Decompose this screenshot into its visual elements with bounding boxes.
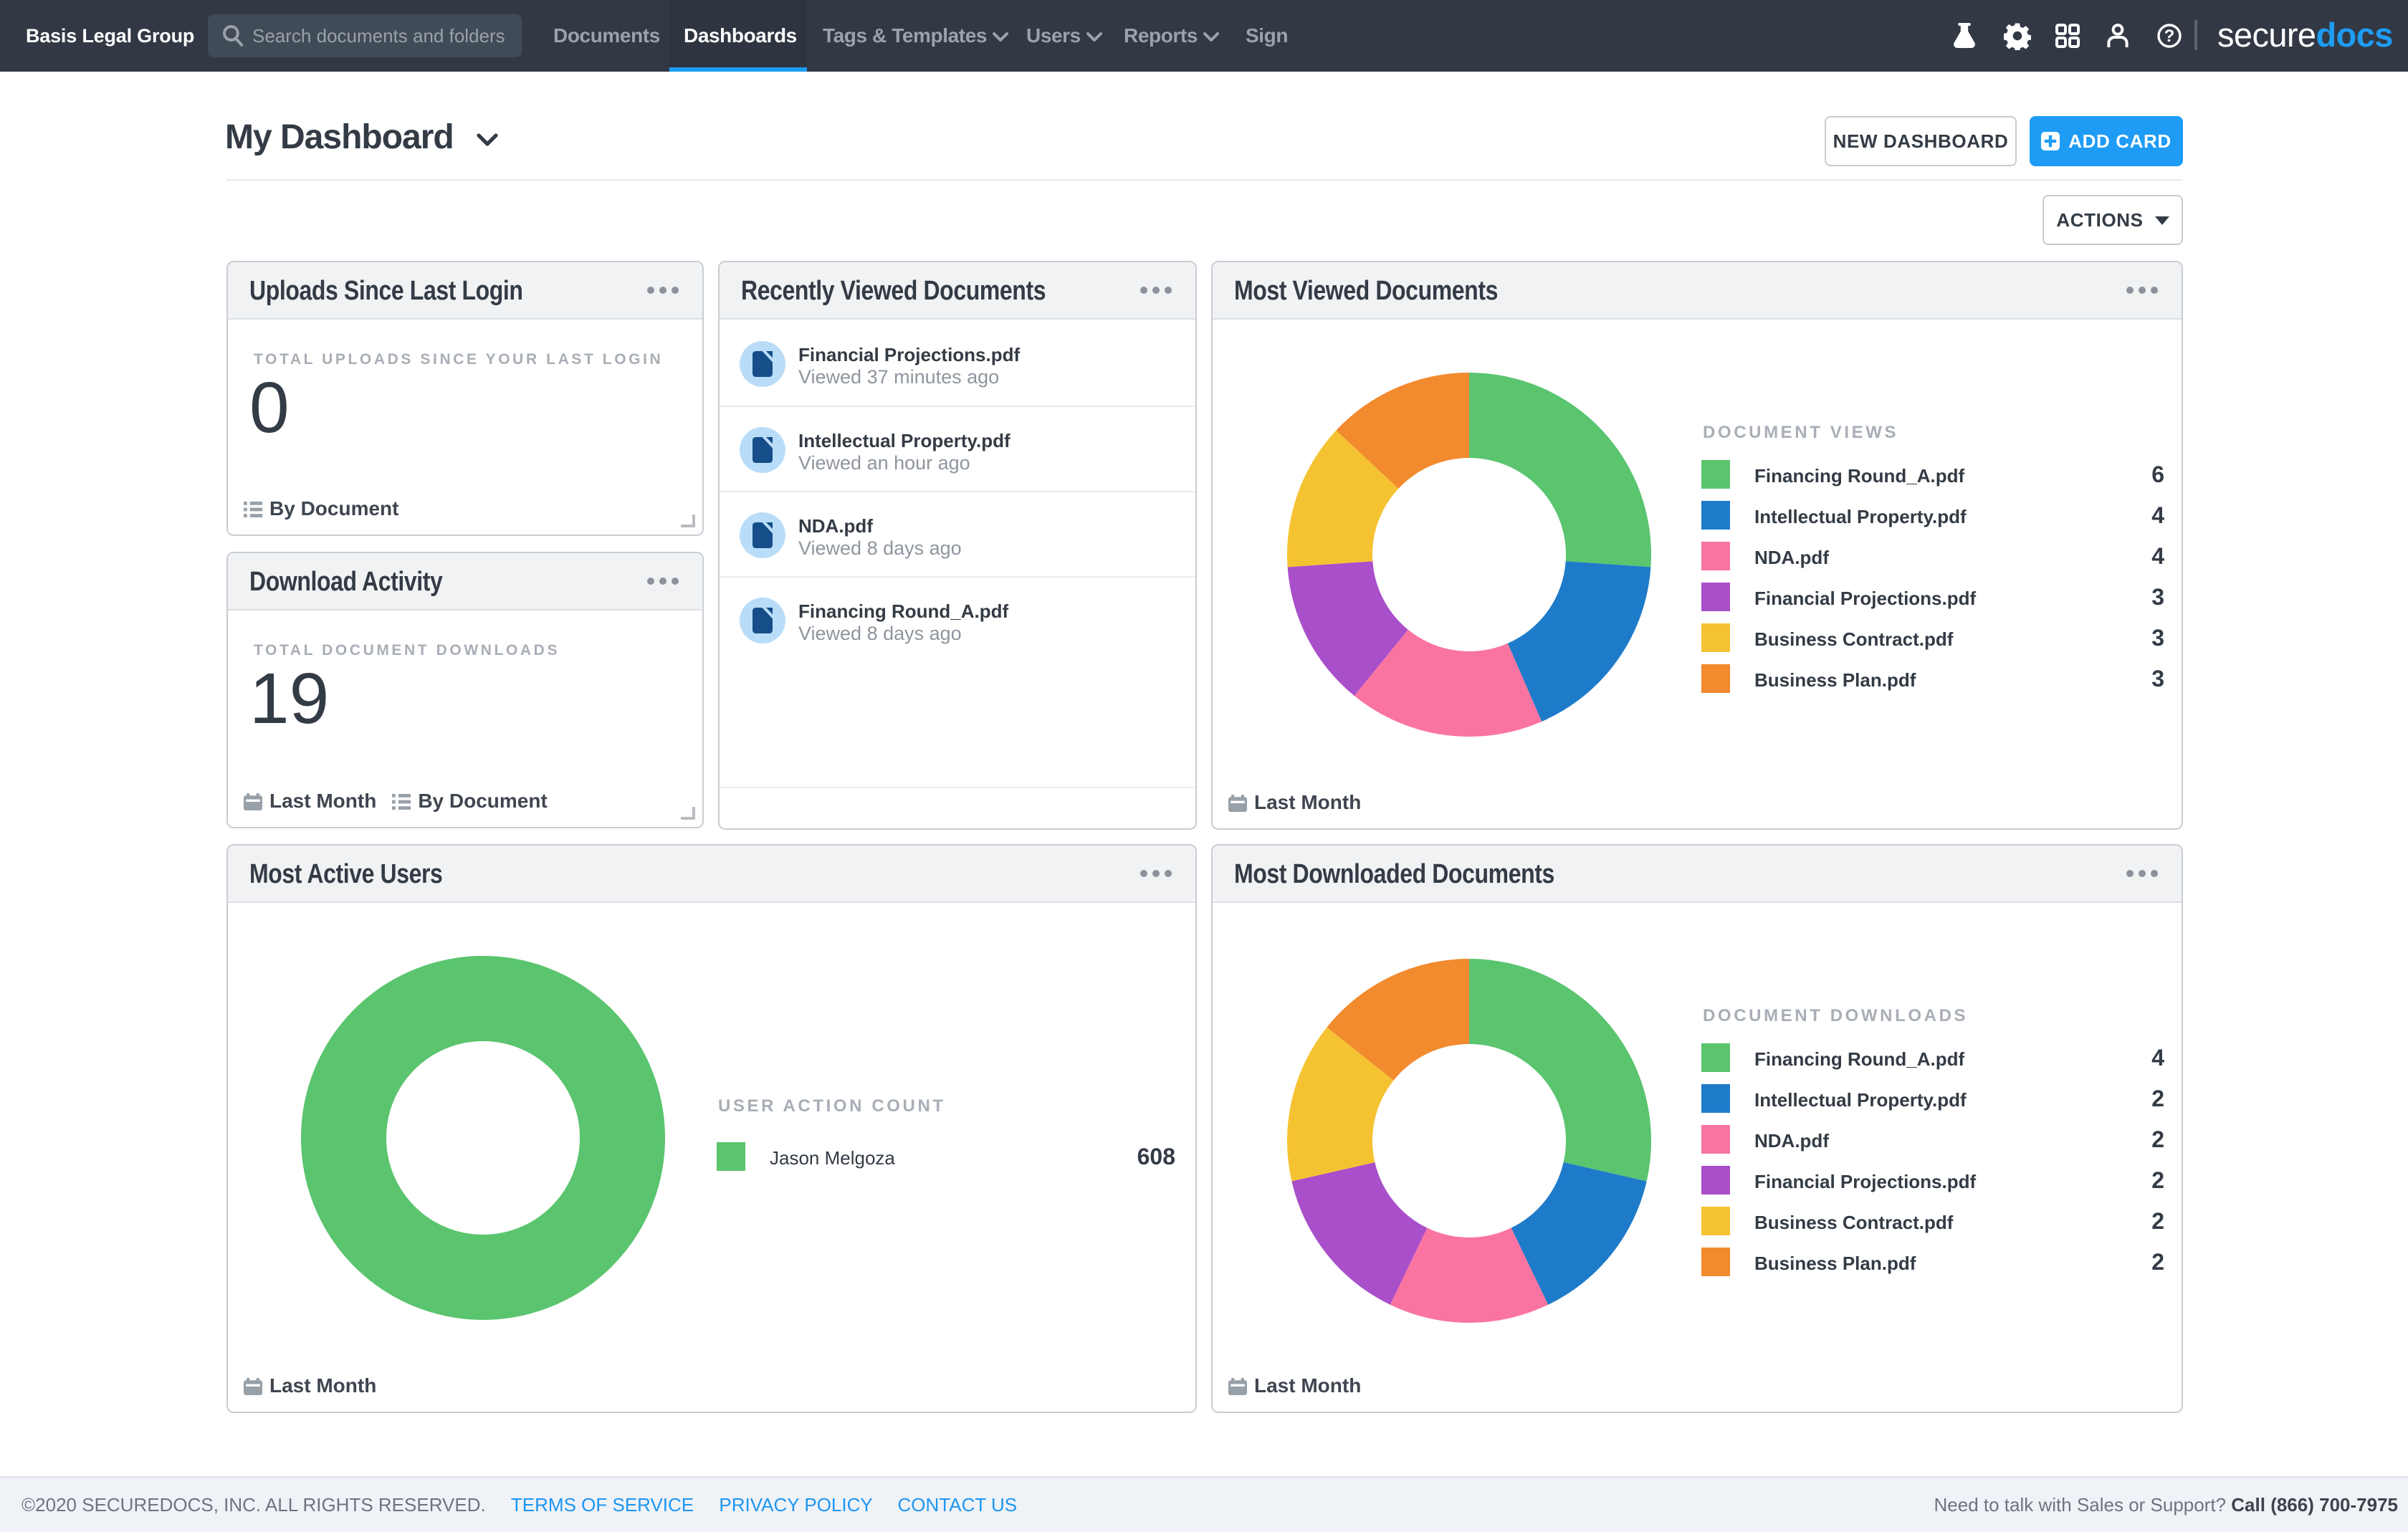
svg-text:?: ?: [2164, 27, 2175, 46]
